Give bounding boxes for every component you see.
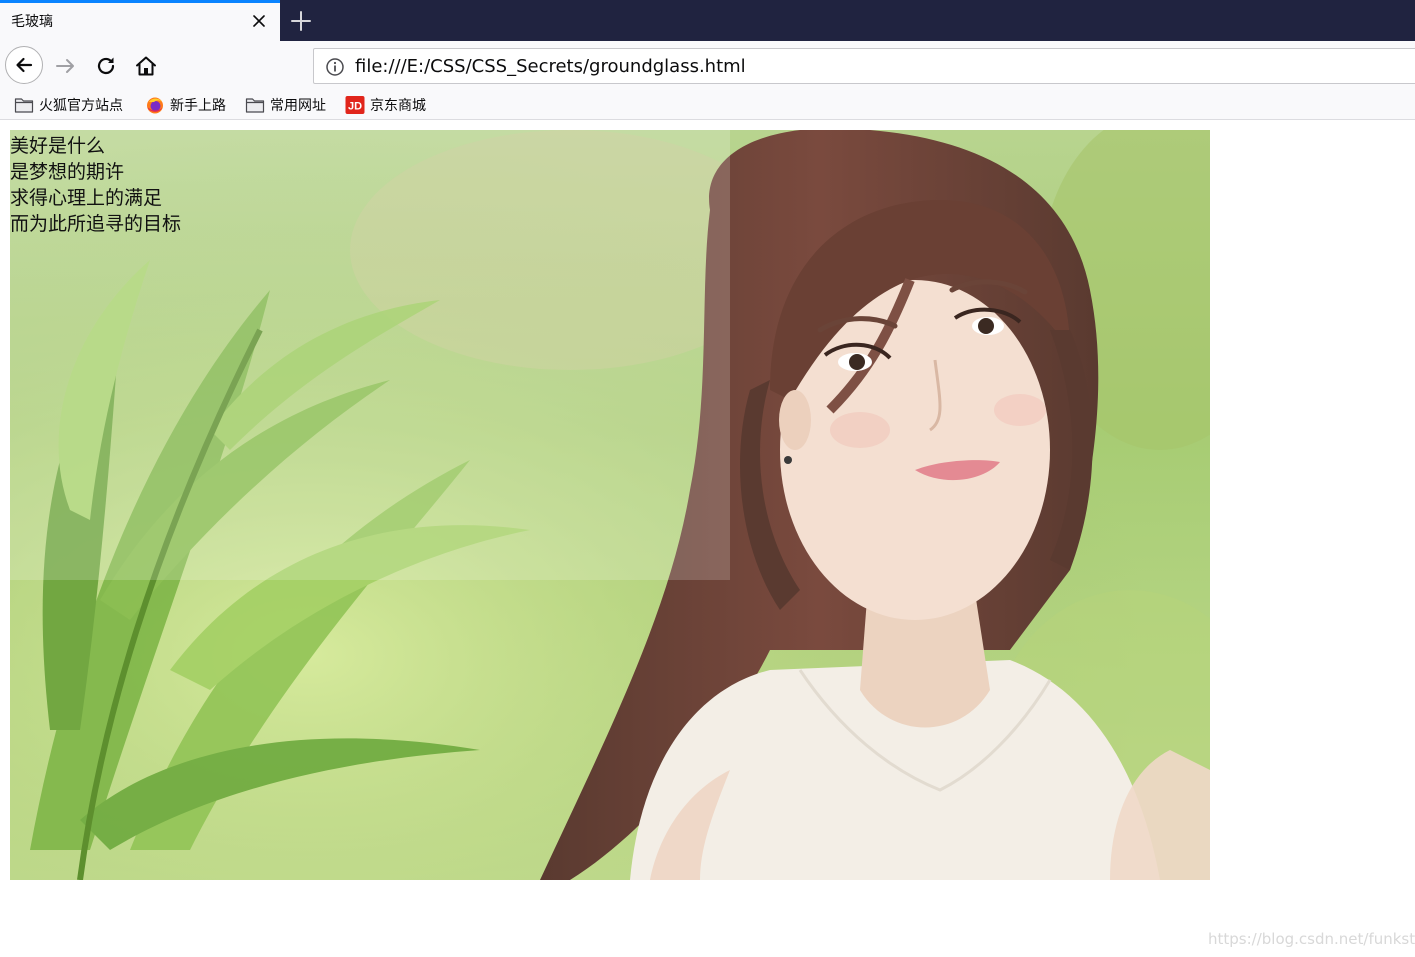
- frosted-glass-panel: 美好是什么 是梦想的期许 求得心理上的满足 而为此所追寻的目标: [10, 130, 730, 580]
- tab-title: 毛玻璃: [11, 14, 53, 30]
- firefox-icon: [147, 97, 163, 114]
- reload-button[interactable]: [94, 54, 118, 78]
- folder-icon: [14, 98, 34, 113]
- bookmarks-toolbar: 火狐官方站点 新手上路 常用网址 JD 京东商城: [0, 90, 1415, 120]
- background-photo: 美好是什么 是梦想的期许 求得心理上的满足 而为此所追寻的目标: [10, 130, 1210, 880]
- navigation-toolbar: file:///E:/CSS/CSS_Secrets/groundglass.h…: [0, 41, 1415, 90]
- active-tab[interactable]: 毛玻璃: [0, 0, 280, 41]
- browser-window: 毛玻璃 file:///E:/CSS/CSS_Secrets/groundgla…: [0, 0, 1415, 957]
- bookmark-label: 新手上路: [170, 98, 226, 114]
- poem-line: 美好是什么: [10, 135, 106, 157]
- page-content: 美好是什么 是梦想的期许 求得心理上的满足 而为此所追寻的目标 https://…: [0, 120, 1415, 957]
- bookmark-getting-started[interactable]: 新手上路: [145, 94, 226, 116]
- tab-strip: 毛玻璃: [0, 0, 1415, 41]
- jd-badge-text: JD: [348, 101, 362, 113]
- back-button[interactable]: [5, 46, 43, 84]
- url-text[interactable]: file:///E:/CSS/CSS_Secrets/groundglass.h…: [355, 56, 746, 77]
- close-tab-icon[interactable]: [249, 11, 269, 31]
- url-bar[interactable]: file:///E:/CSS/CSS_Secrets/groundglass.h…: [313, 48, 1415, 84]
- jd-icon: JD: [345, 96, 365, 114]
- new-tab-plus-icon[interactable]: [289, 9, 313, 33]
- bookmark-jd-mall[interactable]: JD 京东商城: [345, 94, 426, 116]
- bookmark-firefox-official[interactable]: 火狐官方站点: [14, 94, 123, 116]
- reload-icon: [97, 57, 115, 75]
- home-button[interactable]: [134, 54, 158, 78]
- poem-line: 求得心理上的满足: [10, 187, 163, 209]
- poem-text: 美好是什么 是梦想的期许 求得心理上的满足 而为此所追寻的目标: [10, 133, 181, 237]
- arrow-right-icon: [56, 59, 74, 73]
- poem-line: 是梦想的期许: [10, 161, 125, 183]
- site-info-icon[interactable]: [325, 57, 345, 77]
- poem-line: 而为此所追寻的目标: [10, 213, 182, 235]
- folder-icon: [245, 98, 265, 113]
- bookmark-label: 常用网址: [270, 98, 326, 114]
- watermark: https://blog.csdn.net/funkstill: [1208, 930, 1415, 948]
- arrow-left-icon: [16, 57, 33, 73]
- home-icon: [136, 56, 156, 76]
- bookmark-label: 京东商城: [370, 98, 426, 114]
- forward-button[interactable]: [54, 54, 78, 78]
- bookmark-label: 火狐官方站点: [39, 98, 123, 114]
- bookmark-common-sites[interactable]: 常用网址: [245, 94, 326, 116]
- tab-active-indicator: [0, 0, 280, 3]
